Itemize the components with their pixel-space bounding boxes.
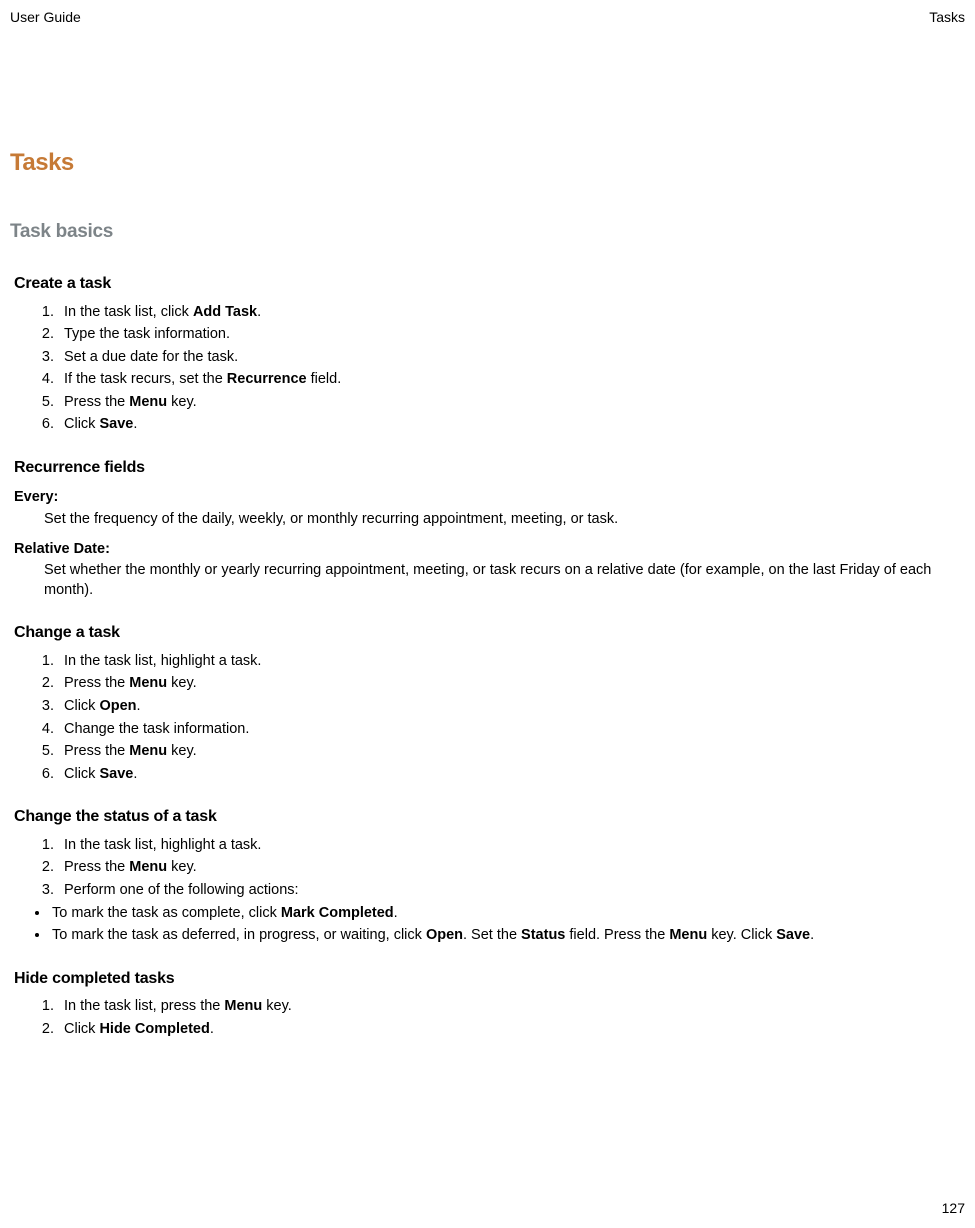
step: In the task list, press the Menu key. xyxy=(58,997,965,1017)
bullet: To mark the task as deferred, in progres… xyxy=(50,926,965,946)
page: User Guide Tasks Tasks Task basics Creat… xyxy=(0,0,975,1228)
h3-create-task: Create a task xyxy=(14,273,965,295)
page-number: 127 xyxy=(942,1199,965,1218)
h3-change-status: Change the status of a task xyxy=(14,806,965,828)
page-header: User Guide Tasks xyxy=(10,8,965,27)
step: Change the task information. xyxy=(58,720,965,740)
recurrence-definition-list: Every: Set the frequency of the daily, w… xyxy=(14,488,965,600)
step: In the task list, highlight a task. xyxy=(58,836,965,856)
dd-every: Set the frequency of the daily, weekly, … xyxy=(44,510,965,530)
bullet: To mark the task as complete, click Mark… xyxy=(50,904,965,924)
step: Press the Menu key. xyxy=(58,742,965,762)
dt-every: Every: xyxy=(14,488,965,508)
change-status-bullets: To mark the task as complete, click Mark… xyxy=(10,904,965,946)
step: In the task list, click Add Task. xyxy=(58,303,965,323)
h1-tasks: Tasks xyxy=(10,147,965,179)
step: Click Hide Completed. xyxy=(58,1020,965,1040)
hide-completed-steps: In the task list, press the Menu key. Cl… xyxy=(10,997,965,1039)
h3-recurrence-fields: Recurrence fields xyxy=(14,457,965,479)
create-task-steps: In the task list, click Add Task. Type t… xyxy=(10,303,965,435)
step: Press the Menu key. xyxy=(58,393,965,413)
step: Set a due date for the task. xyxy=(58,348,965,368)
dt-relative-date: Relative Date: xyxy=(14,540,965,560)
h3-change-task: Change a task xyxy=(14,622,965,644)
step: Press the Menu key. xyxy=(58,858,965,878)
step: Click Save. xyxy=(58,765,965,785)
h3-hide-completed: Hide completed tasks xyxy=(14,968,965,990)
step: Press the Menu key. xyxy=(58,674,965,694)
dd-relative-date: Set whether the monthly or yearly recurr… xyxy=(44,561,965,600)
header-left: User Guide xyxy=(10,8,81,27)
change-task-steps: In the task list, highlight a task. Pres… xyxy=(10,652,965,784)
h2-task-basics: Task basics xyxy=(10,219,965,245)
step: Click Save. xyxy=(58,415,965,435)
header-right: Tasks xyxy=(929,8,965,27)
step: Perform one of the following actions: xyxy=(58,881,965,901)
change-status-steps: In the task list, highlight a task. Pres… xyxy=(10,836,965,901)
step: Type the task information. xyxy=(58,325,965,345)
step: Click Open. xyxy=(58,697,965,717)
step: In the task list, highlight a task. xyxy=(58,652,965,672)
step: If the task recurs, set the Recurrence f… xyxy=(58,370,965,390)
